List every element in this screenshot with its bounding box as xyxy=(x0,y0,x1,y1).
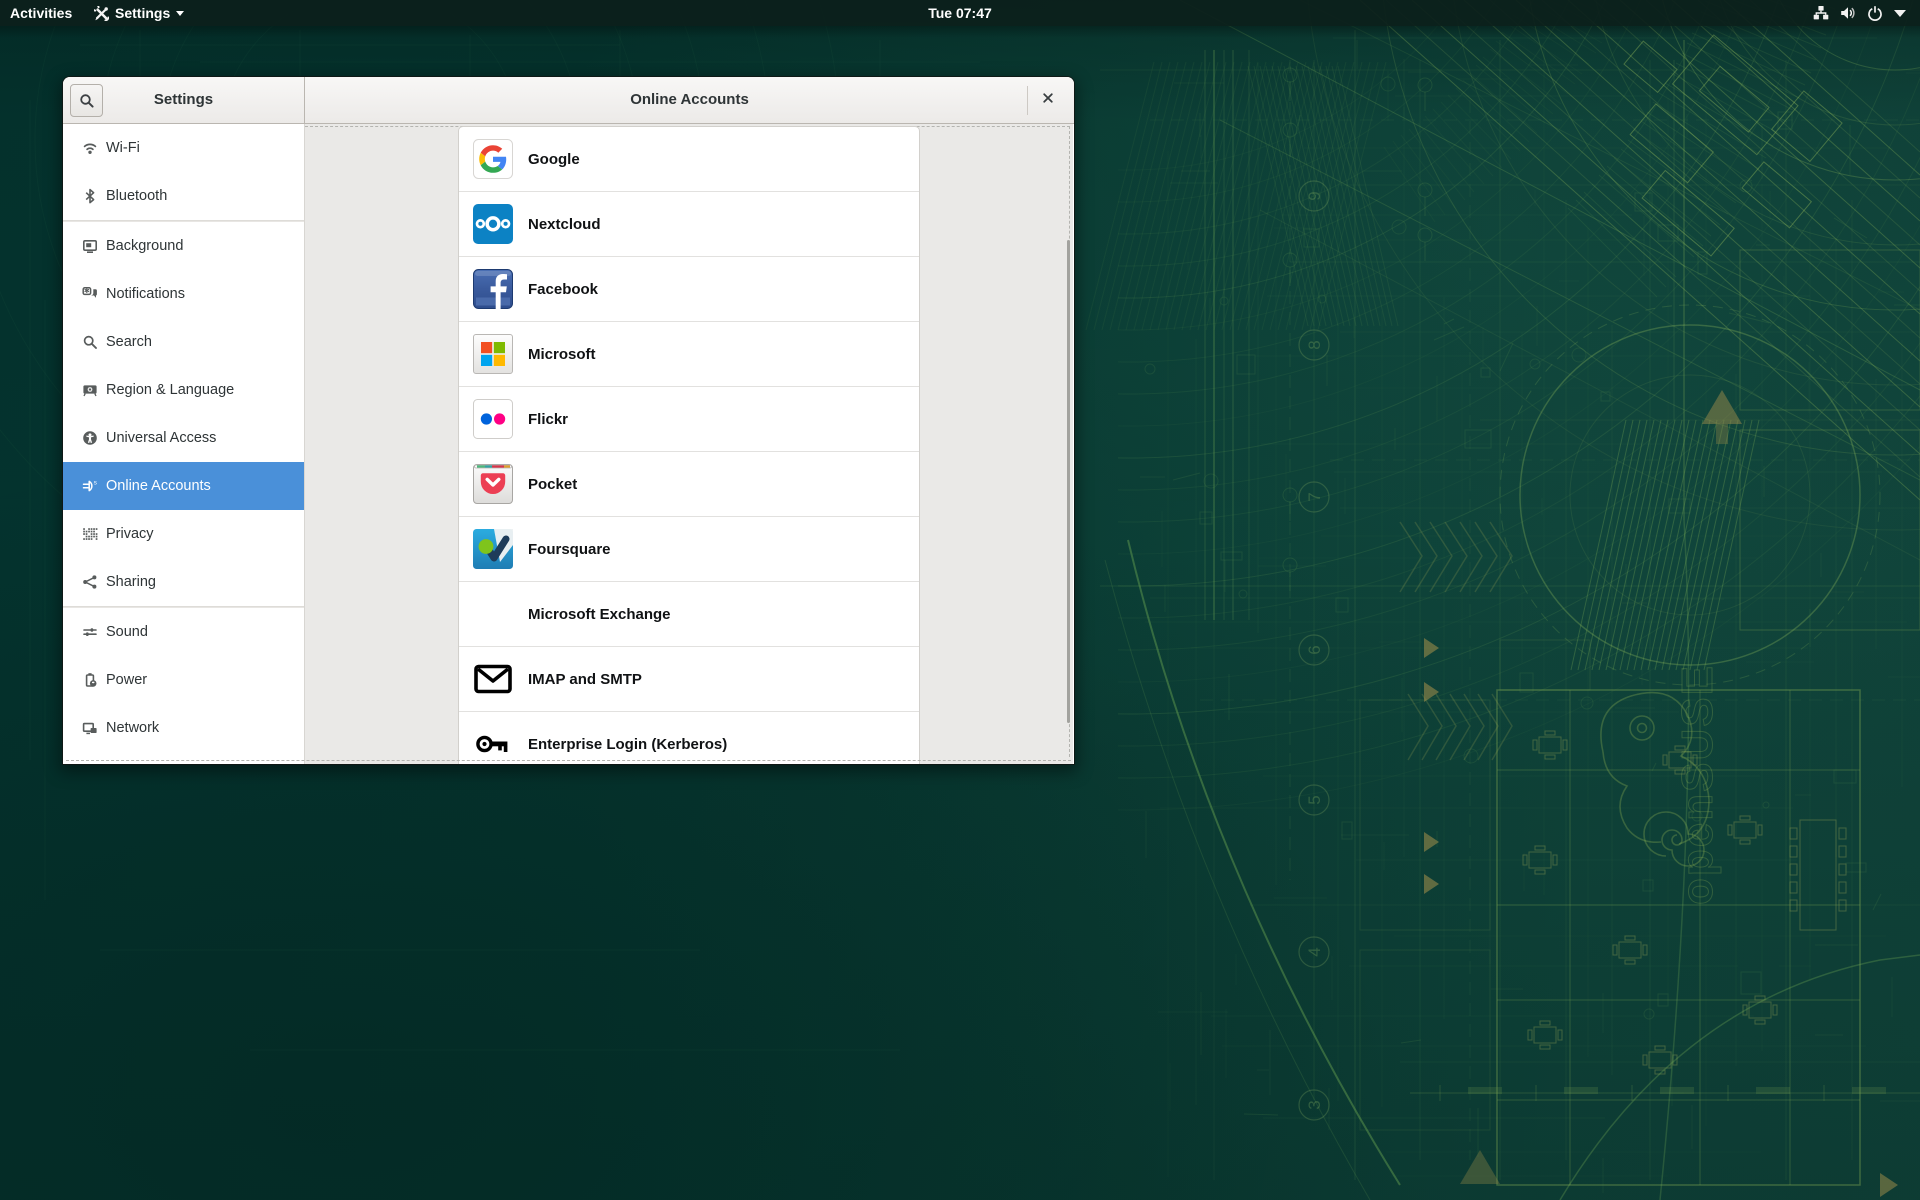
svg-text:openSUSE: openSUSE xyxy=(1673,664,1722,905)
svg-text:6: 6 xyxy=(1305,645,1324,654)
svg-text:9: 9 xyxy=(1305,191,1324,200)
svg-text:8: 8 xyxy=(1305,340,1324,349)
svg-text:s: s xyxy=(94,479,98,486)
svg-text:✱: ✱ xyxy=(84,287,90,295)
svg-text:7: 7 xyxy=(1305,492,1324,501)
svg-text:5: 5 xyxy=(1305,795,1324,804)
svg-text:3: 3 xyxy=(1305,1100,1324,1109)
svg-text:4: 4 xyxy=(1305,947,1324,956)
